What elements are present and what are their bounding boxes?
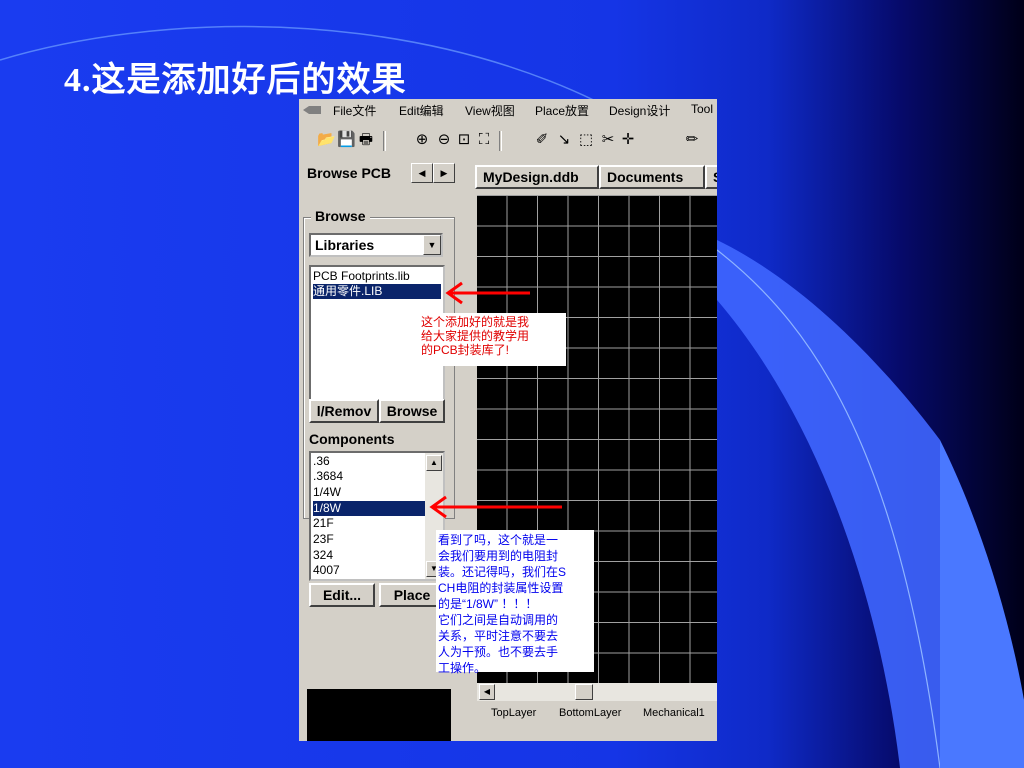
edit-button[interactable]: Edit... [309,583,375,607]
note-line: 工操作。 [438,661,487,675]
zoom-area-icon[interactable]: ⊡ [455,131,473,149]
wire-icon[interactable]: ✐ [533,131,551,149]
list-item-selected[interactable]: 通用零件.LIB [313,284,441,299]
list-item[interactable]: .36 [313,454,425,469]
list-item[interactable]: PCB Footprints.lib [313,269,441,284]
scroll-left-icon[interactable]: ◀ [479,684,495,700]
footprint-outline [307,689,451,741]
menu-tools[interactable]: Tool [691,102,713,116]
note-line: 的是“1/8W” ！！！ [438,597,538,611]
layer-tabs: TopLayer BottomLayer Mechanical1 [477,705,717,725]
cross-icon[interactable]: ✛ [619,131,637,149]
menu-design[interactable]: Design设计 [609,102,670,119]
scroll-up-icon[interactable]: ▲ [426,455,442,471]
menu-edit[interactable]: Edit编辑 [399,102,444,119]
menu-handle-icon [303,106,321,114]
component-list[interactable]: .36 .3684 1/4W 1/8W 21F 23F 324 4007 ▲ ▼ [309,451,445,581]
note-line: 的PCB封装库了! [421,343,510,357]
select-rect-icon[interactable]: ⬚ [577,131,595,149]
tab-mydesign[interactable]: MyDesign.ddb [475,165,599,189]
list-item[interactable]: 4007 [313,563,425,578]
toolbar-separator [499,131,502,151]
browse-type-select[interactable]: Libraries ▼ [309,233,443,257]
panel-left-button[interactable]: ◀ [411,163,433,183]
note-line: 人为干预。也不要去手 [438,645,559,659]
panel-right-button[interactable]: ▶ [433,163,455,183]
menu-file[interactable]: File文件 [333,102,376,119]
note-line: CH电阻的封装属性设置 [438,581,564,595]
list-item[interactable]: 324 [313,548,425,563]
note-line: 给大家提供的教学用 [421,329,530,343]
zoom-fit-icon[interactable]: ⛶ [475,131,493,149]
chevron-down-icon[interactable]: ▼ [423,235,441,255]
save-icon[interactable]: 💾 [337,131,356,149]
blue-annotation: 看到了吗，这个就是一 会我们要用到的电阻封 装。还记得吗，我们在S CH电阻的封… [436,530,594,675]
add-remove-button[interactable]: l/Remov [309,399,379,423]
note-line: 这个添加好的就是我 [421,315,530,329]
browse-type-value: Libraries [315,237,375,253]
line-icon[interactable]: ↘ [555,131,573,149]
move-icon[interactable]: ✂ [599,131,617,149]
scroll-thumb[interactable] [575,684,593,700]
zoom-in-icon[interactable]: ⊕ [413,131,431,149]
print-icon[interactable]: 🖶 [357,131,375,149]
red-annotation: 这个添加好的就是我 给大家提供的教学用 的PCB封装库了! [419,313,566,366]
tab-sheet[interactable]: S [705,165,717,189]
tab-documents[interactable]: Documents [599,165,705,189]
list-item[interactable]: 1/4W [313,485,425,500]
note-line: 看到了吗，这个就是一 [438,533,559,547]
horizontal-scrollbar[interactable]: ◀ [477,683,717,701]
list-item[interactable]: 21F [313,516,425,531]
menu-place[interactable]: Place放置 [535,102,589,119]
menu-view[interactable]: View视图 [465,102,515,119]
components-label: Components [309,431,395,447]
tab-bottomlayer[interactable]: BottomLayer [559,707,621,719]
menu-bar: File文件 Edit编辑 View视图 Place放置 Design设计 To… [299,99,717,121]
open-folder-icon[interactable]: 📂 [317,131,336,149]
footprint-preview: 1 2 [307,689,451,741]
zoom-out-icon[interactable]: ⊖ [435,131,453,149]
browse-group-label: Browse [311,208,370,224]
slide-title: 4.这是添加好后的效果 [64,62,407,99]
list-item[interactable]: 23F [313,532,425,547]
tab-toplayer[interactable]: TopLayer [491,707,536,719]
list-item[interactable]: .3684 [313,469,425,484]
browse-button[interactable]: Browse [379,399,445,423]
note-line: 会我们要用到的电阻封 [438,549,559,563]
browse-pcb-title: Browse PCB [307,165,392,181]
wand-icon[interactable]: ✏ [683,131,701,149]
note-line: 它们之间是自动调用的 [438,613,559,627]
list-item-selected[interactable]: 1/8W [313,501,425,516]
tab-mechanical1[interactable]: Mechanical1 [643,707,705,719]
note-line: 装。还记得吗，我们在S [438,565,567,579]
toolbar: 📂 💾 🖶 ⊕ ⊖ ⊡ ⛶ ✐ ↘ ⬚ ✂ ✛ ✏ [299,123,717,157]
note-line: 关系，平时注意不要去 [438,629,559,643]
toolbar-separator [383,131,386,151]
